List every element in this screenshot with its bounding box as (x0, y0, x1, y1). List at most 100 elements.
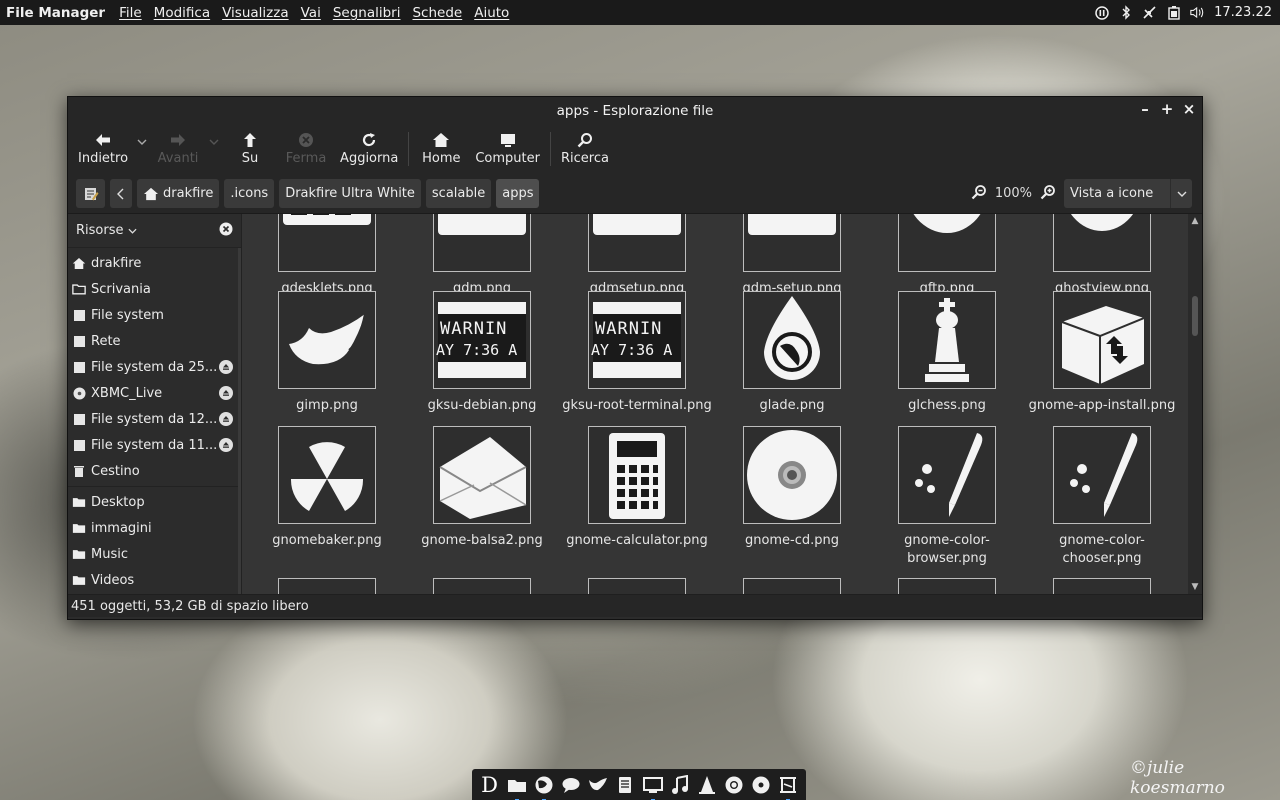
music-icon[interactable] (669, 774, 691, 796)
menu-visualizza[interactable]: Visualizza (216, 5, 295, 21)
disc-icon[interactable] (750, 774, 772, 796)
search-button[interactable]: Ricerca (555, 124, 615, 166)
sidebar-item-immagini[interactable]: immagini (68, 515, 241, 541)
eject-icon[interactable] (219, 360, 233, 374)
menu-aiuto[interactable]: Aiuto (468, 5, 515, 21)
icon-view[interactable]: ▲ ▼ gdesklets.png gdm.png gdmsetup.png gdm-… (241, 214, 1202, 594)
crumb-left-button[interactable] (110, 179, 132, 208)
firefox-icon[interactable] (533, 774, 555, 800)
up-button[interactable]: Su (222, 124, 278, 166)
file-thumbnail-partial[interactable] (1053, 578, 1151, 594)
menu-file[interactable]: File (113, 5, 148, 21)
minimize-icon[interactable]: – (1138, 101, 1152, 117)
stop-button[interactable]: Ferma (278, 124, 334, 166)
file-thumbnail-partial[interactable] (898, 578, 996, 594)
file-thumbnail-partial[interactable] (278, 578, 376, 594)
view-mode-select[interactable]: Vista a icone (1064, 179, 1192, 208)
menu-schede[interactable]: Schede (406, 5, 468, 21)
forward-button[interactable]: Avanti (150, 124, 206, 166)
file-item[interactable]: gnomebaker.png (252, 426, 402, 550)
gimp-icon[interactable] (587, 774, 609, 796)
file-item[interactable]: gimp.png (252, 291, 402, 415)
sidebar-item-file-system-da-12[interactable]: File system da 12... (68, 406, 241, 432)
file-item[interactable]: gdmsetup.png (562, 214, 712, 298)
sidebar-item-videos[interactable]: Videos (68, 567, 241, 593)
menu-vai[interactable]: Vai (295, 5, 327, 21)
chat-icon[interactable] (560, 774, 582, 796)
file-item[interactable]: glade.png (717, 291, 867, 415)
zoom-level[interactable]: 100% (995, 186, 1032, 201)
volume-icon[interactable] (1190, 5, 1205, 20)
file-item[interactable]: gdm-setup.png (717, 214, 867, 298)
file-item[interactable]: gnome-color-chooser.png (1027, 426, 1177, 568)
crumb-icons[interactable]: .icons (224, 179, 275, 208)
eject-icon[interactable] (219, 386, 233, 400)
chrome-icon[interactable] (723, 774, 745, 796)
eject-icon[interactable] (219, 438, 233, 452)
battery-icon[interactable] (1166, 5, 1181, 20)
file-item[interactable]: gnome-calculator.png (562, 426, 712, 550)
edit-location-button[interactable] (76, 179, 105, 208)
sidebar-item-drakfire[interactable]: drakfire (68, 250, 241, 276)
app-name[interactable]: File Manager (0, 5, 113, 21)
sidebar-item-cestino[interactable]: Cestino (68, 458, 241, 484)
crumb-apps[interactable]: apps (496, 179, 540, 208)
home-button[interactable]: Home (413, 124, 469, 166)
scrollbar-thumb[interactable] (1192, 296, 1198, 336)
menu-modifica[interactable]: Modifica (148, 5, 216, 21)
scroll-down-icon[interactable]: ▼ (1190, 582, 1200, 592)
drakfire-launcher-icon[interactable]: D (479, 773, 501, 797)
sidebar-item-file-system[interactable]: File system (68, 302, 241, 328)
vlc-icon[interactable] (696, 774, 718, 796)
network-disabled-icon[interactable] (1142, 5, 1157, 20)
file-item[interactable]: WARNIN AY 7:36 A gksu-debian.png (407, 291, 557, 415)
pause-icon[interactable] (1094, 5, 1109, 20)
sidebar-item-music[interactable]: Music (68, 541, 241, 567)
files-icon[interactable] (506, 774, 528, 800)
sidebar-mode-select[interactable]: Risorse (76, 223, 137, 238)
video-icon[interactable] (777, 774, 799, 800)
eject-icon[interactable] (219, 412, 233, 426)
file-item[interactable]: gnome-balsa2.png (407, 426, 557, 550)
bluetooth-icon[interactable] (1118, 5, 1133, 20)
computer-button[interactable]: Computer (469, 124, 546, 166)
monitor-icon[interactable] (642, 774, 664, 800)
file-item[interactable]: ghostview.png (1027, 214, 1177, 298)
sidebar-item-xbmc-live[interactable]: XBMC_Live (68, 380, 241, 406)
scroll-up-icon[interactable]: ▲ (1190, 216, 1200, 226)
sidebar-item-rete[interactable]: Rete (68, 328, 241, 354)
maximize-icon[interactable]: + (1160, 101, 1174, 117)
forward-history-button[interactable] (206, 124, 222, 145)
back-button[interactable]: Indietro (72, 124, 134, 166)
crumb-drakfire-ultra-white[interactable]: Drakfire Ultra White (279, 179, 421, 208)
sidebar-item-scrivania[interactable]: Scrivania (68, 276, 241, 302)
zoom-in-icon[interactable] (1040, 184, 1056, 204)
file-item[interactable]: gnome-app-install.png (1027, 291, 1177, 415)
file-thumbnail-partial[interactable] (743, 578, 841, 594)
crumb-scalable[interactable]: scalable (425, 179, 492, 208)
crumb-drakfire[interactable]: drakfire (137, 179, 220, 208)
file-item[interactable]: gdm.png (407, 214, 557, 298)
titlebar[interactable]: apps - Esplorazione file – + × (68, 97, 1202, 124)
sidebar-item-file-system-da-25[interactable]: File system da 25... (68, 354, 241, 380)
reload-button[interactable]: Aggiorna (334, 124, 404, 166)
file-item[interactable]: gnome-cd.png (717, 426, 867, 550)
file-item[interactable]: gdesklets.png (252, 214, 402, 298)
zoom-out-icon[interactable] (971, 184, 987, 204)
close-icon[interactable]: × (1182, 101, 1196, 117)
file-item[interactable]: WARNIN AY 7:36 A gksu-root-terminal.png (562, 291, 712, 415)
icon-view-scrollbar[interactable]: ▲ ▼ (1188, 214, 1202, 594)
file-name: gksu-debian.png (427, 398, 537, 413)
back-history-button[interactable] (134, 124, 150, 145)
close-sidebar-icon[interactable] (219, 222, 233, 240)
menu-segnalibri[interactable]: Segnalibri (327, 5, 407, 21)
clock[interactable]: 17.23.22 (1214, 5, 1272, 20)
file-item[interactable]: gftp.png (872, 214, 1022, 298)
file-thumbnail-partial[interactable] (433, 578, 531, 594)
file-thumbnail-partial[interactable] (588, 578, 686, 594)
documents-icon[interactable] (614, 774, 636, 796)
file-item[interactable]: gnome-color-browser.png (872, 426, 1022, 568)
file-item[interactable]: glchess.png (872, 291, 1022, 415)
sidebar-item-desktop[interactable]: Desktop (68, 489, 241, 515)
sidebar-item-file-system-da-11[interactable]: File system da 11... (68, 432, 241, 458)
